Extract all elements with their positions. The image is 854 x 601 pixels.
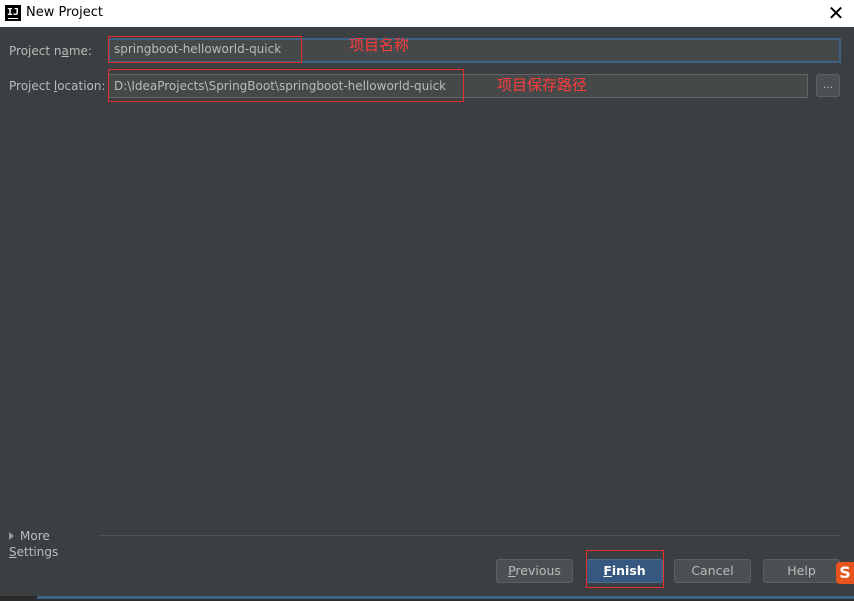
finish-button[interactable]: Finish: [586, 559, 663, 583]
project-location-label: Project location:: [9, 78, 106, 94]
title-bar: IJ New Project ✕: [0, 0, 854, 27]
help-button[interactable]: Help: [763, 559, 840, 583]
sogou-input-icon[interactable]: S: [836, 562, 854, 584]
more-settings-toggle[interactable]: More Settings: [9, 528, 99, 559]
more-settings-label-mnemonic: S: [9, 545, 17, 559]
project-location-input[interactable]: D:\IdeaProjects\SpringBoot\springboot-he…: [108, 74, 808, 98]
project-name-label-mnemonic: a: [61, 44, 69, 58]
more-settings-label-pre: More: [20, 529, 50, 543]
cancel-button[interactable]: Cancel: [674, 559, 751, 583]
project-name-input[interactable]: springboot-helloworld-quick: [108, 38, 841, 63]
finish-button-mnemonic: F: [603, 563, 612, 578]
browse-button[interactable]: ...: [816, 74, 840, 97]
more-settings-divider: [99, 535, 840, 536]
intellij-logo-icon: IJ: [5, 5, 21, 21]
window-title: New Project: [26, 5, 103, 20]
project-location-label-post: ocation:: [57, 79, 106, 93]
bottom-strip-accent: [37, 596, 854, 599]
previous-button-label: revious: [515, 563, 561, 578]
close-icon[interactable]: ✕: [826, 2, 846, 24]
project-location-annotation: 项目保存路径: [497, 76, 588, 94]
expand-triangle-icon: [9, 532, 14, 540]
project-name-label-pre: Project n: [9, 44, 62, 58]
project-name-label: Project name:: [9, 43, 92, 59]
project-location-label-pre: Project: [9, 79, 54, 93]
project-name-annotation: 项目名称: [349, 36, 410, 54]
finish-button-label: inish: [611, 563, 646, 578]
more-settings-label-post: ettings: [16, 545, 59, 559]
previous-button[interactable]: Previous: [496, 559, 573, 583]
project-name-label-post: me:: [68, 44, 92, 58]
